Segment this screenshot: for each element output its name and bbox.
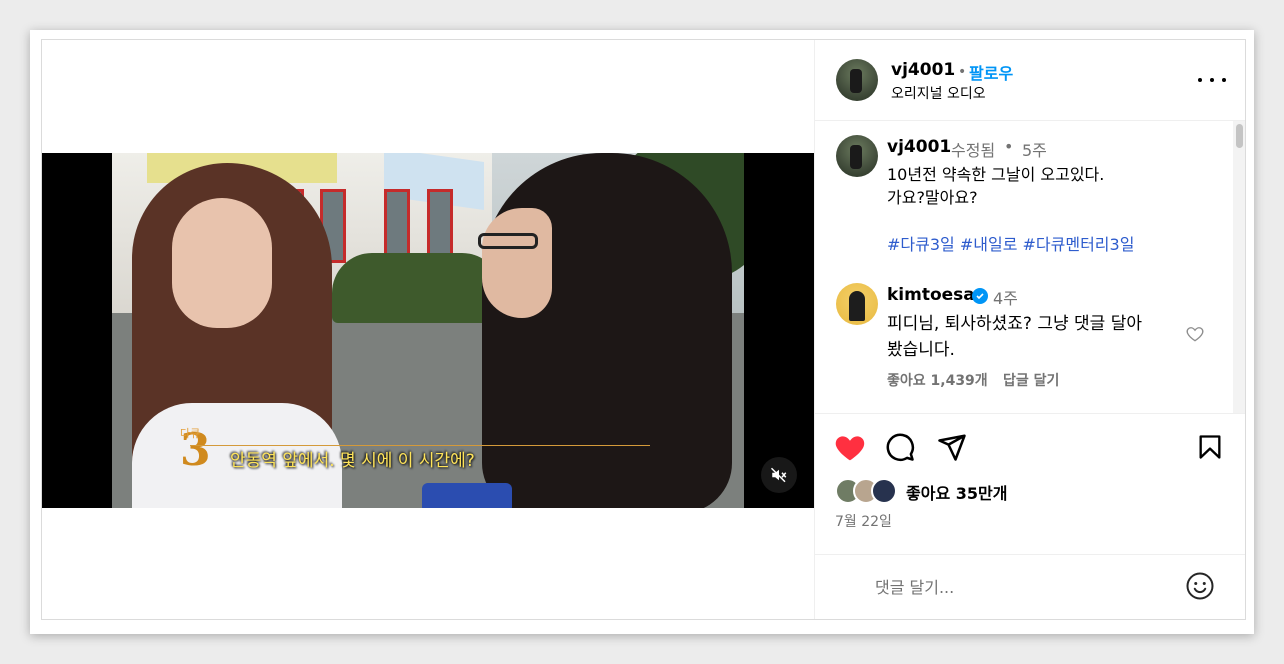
more-options-button[interactable]: [1198, 68, 1226, 92]
face: [172, 198, 272, 328]
media-pane: 3 다큐 안동역 앞에서. 몇 시에 이 시간에?: [42, 40, 814, 619]
likes-count[interactable]: 좋아요 35만개: [906, 480, 1007, 504]
comment-button[interactable]: [885, 432, 915, 462]
hashtag-link[interactable]: #다큐멘터리3일: [1023, 235, 1135, 254]
comment-text-line: 봤습니다.: [887, 340, 955, 360]
follow-button[interactable]: 팔로우: [969, 60, 1013, 84]
video-player[interactable]: 3 다큐 안동역 앞에서. 몇 시에 이 시간에?: [42, 153, 814, 508]
comment-text-line: 피디님, 퇴사하셨죠? 그냥 댓글 달아: [887, 314, 1143, 334]
window-frame: 3 다큐 안동역 앞에서. 몇 시에 이 시간에? vj4001 • 팔로우 오…: [30, 30, 1254, 634]
audio-label[interactable]: 오리지널 오디오: [891, 83, 986, 103]
post-header: vj4001 • 팔로우 오리지널 오디오: [815, 40, 1245, 121]
smiley-icon: [1186, 572, 1214, 600]
glasses: [478, 233, 538, 249]
reply-button[interactable]: 답글 달기: [1003, 370, 1059, 390]
comments-section[interactable]: vj4001 수정됨 • 5주 10년전 약속한 그날이 오고있다. 가요?말아…: [815, 121, 1245, 414]
avatar[interactable]: [836, 283, 878, 325]
video-subtitle: 안동역 앞에서. 몇 시에 이 시간에?: [230, 451, 475, 471]
caption-text-line: 10년전 약속한 그날이 오고있다.: [887, 165, 1105, 184]
scrollbar-thumb[interactable]: [1236, 124, 1243, 148]
speaker-muted-icon: [770, 467, 787, 483]
avatar[interactable]: [836, 59, 878, 101]
edited-label: 수정됨: [951, 141, 996, 160]
microphone: [422, 483, 512, 508]
comment-bubble-icon: [886, 433, 915, 462]
program-logo-text: 다큐: [180, 427, 201, 440]
more-dots-icon: [1222, 78, 1226, 82]
post-side-panel: vj4001 • 팔로우 오리지널 오디오 vj4001 수정됨 • 5주 10…: [814, 40, 1245, 619]
caption-text-line: 가요?말아요?: [887, 188, 978, 207]
liked-by-avatars[interactable]: [835, 478, 905, 504]
avatar: [871, 478, 897, 504]
like-button[interactable]: [834, 432, 866, 462]
hashtag-link[interactable]: #내일로: [960, 235, 1018, 254]
window: [384, 189, 410, 263]
save-button[interactable]: [1196, 432, 1224, 462]
separator-dot: •: [1004, 137, 1014, 156]
bookmark-icon: [1199, 435, 1221, 459]
hedge: [332, 253, 502, 323]
post-date[interactable]: 7월 22일: [835, 511, 892, 531]
heart-filled-icon: [835, 436, 865, 461]
face: [482, 208, 552, 318]
verified-badge-icon: [972, 288, 988, 304]
caption-hashtags: #다큐3일 #내일로 #다큐멘터리3일: [887, 231, 1134, 255]
heart-outline-icon: [1186, 327, 1204, 342]
comment-input[interactable]: [875, 573, 1155, 601]
share-button[interactable]: [937, 432, 967, 462]
author-username[interactable]: vj4001: [891, 60, 955, 80]
mute-button[interactable]: [761, 457, 797, 493]
comment-likes[interactable]: 좋아요 1,439개: [887, 370, 988, 390]
comments-scrollbar[interactable]: [1233, 121, 1245, 413]
comment-username[interactable]: kimtoesa: [887, 285, 975, 305]
post-dialog: 3 다큐 안동역 앞에서. 몇 시에 이 시간에? vj4001 • 팔로우 오…: [41, 39, 1246, 620]
person-right: [482, 153, 732, 508]
add-comment-bar: [815, 554, 1245, 619]
hashtag-link[interactable]: #다큐3일: [887, 235, 955, 254]
avatar[interactable]: [836, 135, 878, 177]
comment-like-button[interactable]: [1185, 324, 1205, 348]
comment-time[interactable]: 4주: [993, 285, 1018, 309]
window: [427, 189, 453, 263]
more-dots-icon: [1210, 78, 1214, 82]
separator-dot: •: [958, 64, 967, 80]
more-dots-icon: [1198, 78, 1202, 82]
emoji-button[interactable]: [1185, 571, 1215, 601]
caption-username[interactable]: vj4001: [887, 137, 951, 157]
paper-plane-icon: [938, 434, 966, 461]
caption-time[interactable]: 5주: [1022, 137, 1047, 161]
post-actions: 좋아요 35만개 7월 22일: [815, 414, 1245, 554]
